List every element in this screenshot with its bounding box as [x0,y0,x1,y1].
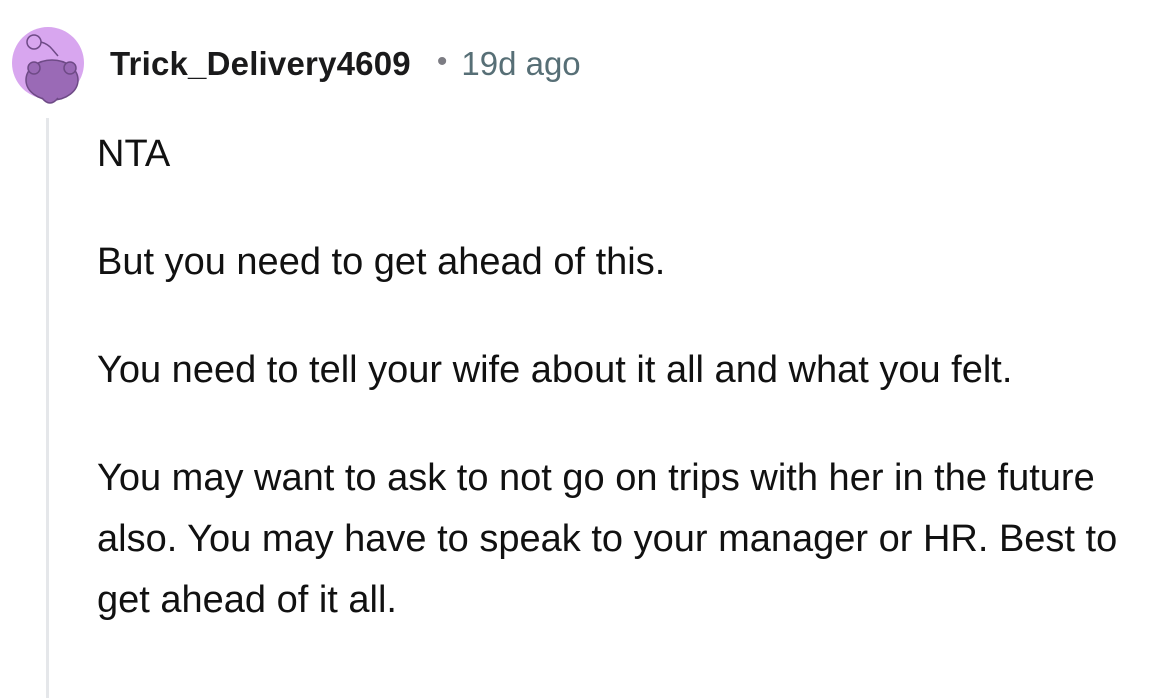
comment-paragraph: You may want to ask to not go on trips w… [97,457,1118,621]
user-avatar[interactable] [12,16,84,110]
comment-paragraph: You need to tell your wife about it all … [97,349,1013,391]
username-link[interactable]: Trick_Delivery4609 [110,45,411,83]
comment-header: Trick_Delivery4609 • 19d ago [110,42,581,86]
separator-dot: • [436,45,448,78]
comment-paragraph: NTA [97,133,171,175]
comment-body: NTA But you need to get ahead of this. Y… [97,124,1147,631]
reddit-snoo-avatar-icon [12,27,84,104]
comment-paragraph: But you need to get ahead of this. [97,241,666,283]
comment: Trick_Delivery4609 • 19d ago NTA But you… [0,0,1172,698]
thread-line[interactable] [46,118,49,698]
comment-timestamp[interactable]: 19d ago [461,45,580,83]
